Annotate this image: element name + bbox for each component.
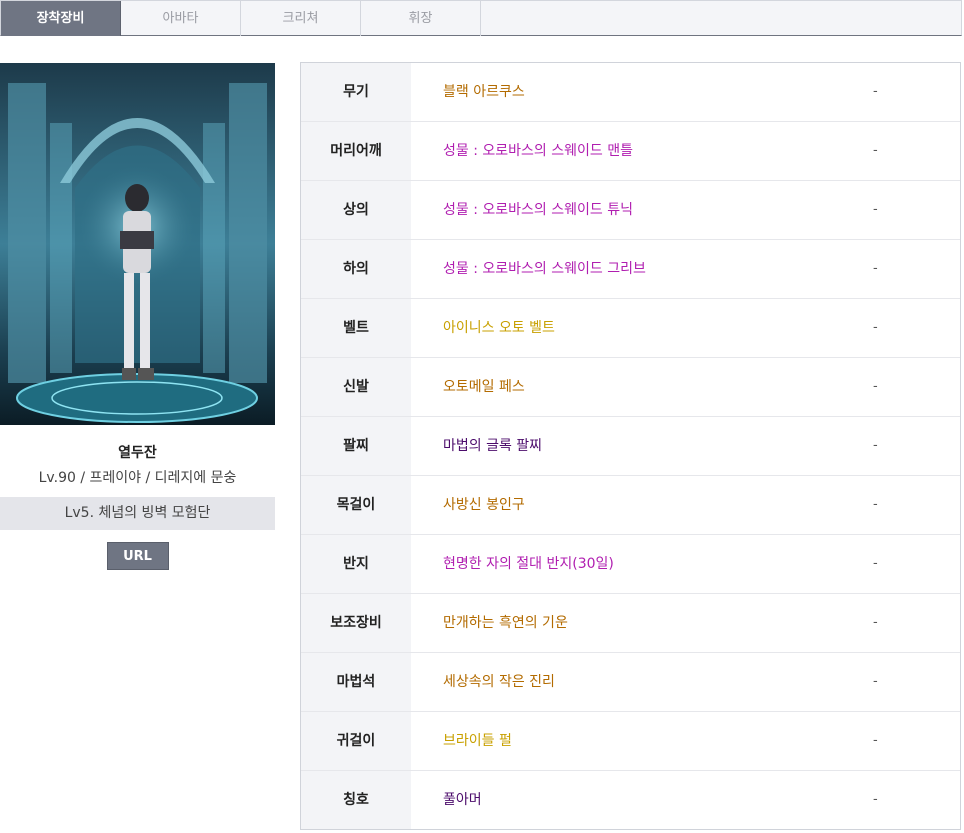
- equipment-slot-label: 무기: [301, 63, 411, 121]
- equipment-extra: -: [873, 792, 878, 807]
- equipment-item-name[interactable]: 성물 : 오로바스의 스웨이드 맨틀: [411, 122, 873, 180]
- equipment-item-name[interactable]: 브라이들 펄: [411, 712, 873, 770]
- equipment-item-name[interactable]: 아이니스 오토 벨트: [411, 299, 873, 357]
- equipment-item-name[interactable]: 오토메일 페스: [411, 358, 873, 416]
- equipment-extra: -: [873, 379, 878, 394]
- equipment-item-name[interactable]: 성물 : 오로바스의 스웨이드 그리브: [411, 240, 873, 298]
- equipment-slot-label: 마법석: [301, 653, 411, 711]
- character-info: Lv.90 / 프레이야 / 디레지에 문숭: [38, 470, 237, 486]
- equipment-row: 무기 블랙 아르쿠스 -: [301, 63, 960, 122]
- equipment-slot-label: 신발: [301, 358, 411, 416]
- equipment-extra: -: [873, 674, 878, 689]
- equipment-extra: -: [873, 438, 878, 453]
- equipment-table: 무기 블랙 아르쿠스 - 머리어깨 성물 : 오로바스의 스웨이드 맨틀 - 상의 성물 : …: [300, 62, 961, 830]
- equipment-extra: -: [873, 84, 878, 99]
- equipment-extra: -: [873, 497, 878, 512]
- equipment-row: 목걸이 사방신 봉인구 -: [301, 476, 960, 535]
- equipment-extra: -: [873, 615, 878, 630]
- equipment-row: 칭호 풀아머 -: [301, 771, 960, 829]
- url-button[interactable]: URL: [106, 542, 169, 570]
- equipment-extra: -: [873, 261, 878, 276]
- equipment-slot-label: 칭호: [301, 771, 411, 829]
- equipment-item-name[interactable]: 블랙 아르쿠스: [411, 63, 873, 121]
- character-name: 열두잔: [118, 445, 157, 461]
- equipment-row: 하의 성물 : 오로바스의 스웨이드 그리브 -: [301, 240, 960, 299]
- equipment-slot-label: 팔찌: [301, 417, 411, 475]
- equipment-row: 벨트 아이니스 오토 벨트 -: [301, 299, 960, 358]
- guild-info: Lv5. 체념의 빙벽 모험단: [0, 497, 275, 530]
- equipment-row: 머리어깨 성물 : 오로바스의 스웨이드 맨틀 -: [301, 122, 960, 181]
- equipment-extra: -: [873, 143, 878, 158]
- equipment-item-name[interactable]: 만개하는 흑연의 기운: [411, 594, 873, 652]
- equipment-row: 상의 성물 : 오로바스의 스웨이드 튜닉 -: [301, 181, 960, 240]
- equipment-extra: -: [873, 733, 878, 748]
- tab-bar: 장착장비 아바타 크리쳐 휘장: [0, 0, 962, 36]
- equipment-row: 보조장비 만개하는 흑연의 기운 -: [301, 594, 960, 653]
- character-portrait: [0, 63, 275, 425]
- tab-emblem[interactable]: 휘장: [361, 1, 481, 36]
- equipment-slot-label: 하의: [301, 240, 411, 298]
- equipment-slot-label: 보조장비: [301, 594, 411, 652]
- tab-avatar[interactable]: 아바타: [121, 1, 241, 36]
- equipment-row: 신발 오토메일 페스 -: [301, 358, 960, 417]
- tab-creature[interactable]: 크리쳐: [241, 1, 361, 36]
- equipment-slot-label: 상의: [301, 181, 411, 239]
- equipment-row: 귀걸이 브라이들 펄-: [301, 712, 960, 771]
- tab-equipment[interactable]: 장착장비: [1, 1, 121, 36]
- equipment-item-name[interactable]: 사방신 봉인구: [411, 476, 873, 534]
- equipment-item-name[interactable]: 풀아머: [411, 771, 873, 829]
- equipment-row: 마법석 세상속의 작은 진리 -: [301, 653, 960, 712]
- equipment-row: 팔찌 마법의 글록 팔찌 -: [301, 417, 960, 476]
- equipment-item-name[interactable]: 성물 : 오로바스의 스웨이드 튜닉: [411, 181, 873, 239]
- equipment-row: 반지 현명한 자의 절대 반지(30일) -: [301, 535, 960, 594]
- equipment-item-name[interactable]: 세상속의 작은 진리: [411, 653, 873, 711]
- equipment-extra: -: [873, 556, 878, 571]
- equipment-extra: -: [873, 320, 878, 335]
- equipment-slot-label: 반지: [301, 535, 411, 593]
- equipment-slot-label: 벨트: [301, 299, 411, 357]
- equipment-item-name[interactable]: 현명한 자의 절대 반지(30일): [411, 535, 873, 593]
- character-profile: 열두잔 Lv.90 / 프레이야 / 디레지에 문숭 Lv5. 체념의 빙벽 모…: [0, 63, 275, 570]
- equipment-slot-label: 머리어깨: [301, 122, 411, 180]
- equipment-extra: -: [873, 202, 878, 217]
- equipment-slot-label: 귀걸이: [301, 712, 411, 770]
- equipment-slot-label: 목걸이: [301, 476, 411, 534]
- equipment-item-name[interactable]: 마법의 글록 팔찌: [411, 417, 873, 475]
